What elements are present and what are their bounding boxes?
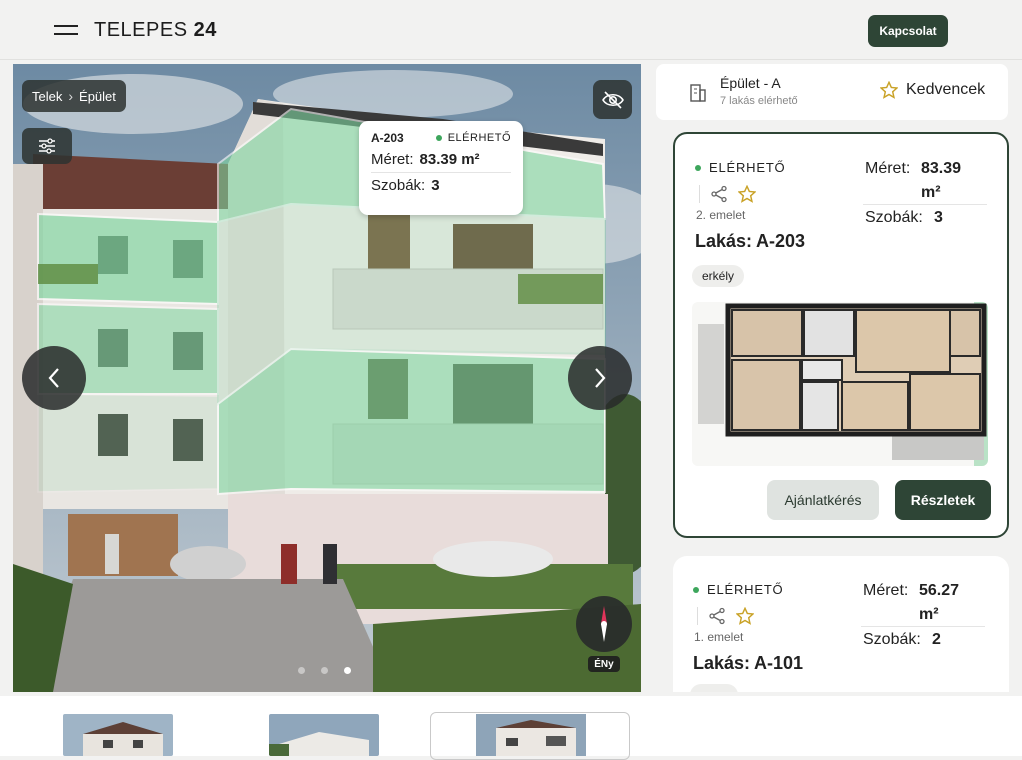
favorites-label: Kedvencek [906, 81, 986, 98]
share-icon[interactable] [708, 607, 726, 625]
status-dot-icon [435, 135, 442, 141]
breadcrumb-item-epulet[interactable]: Épület [79, 89, 116, 104]
status-dot-icon [695, 164, 701, 171]
logo[interactable]: TELEPES 24 [94, 19, 217, 42]
chevron-left-icon [48, 368, 59, 388]
star-icon[interactable] [736, 607, 754, 625]
filter-button[interactable] [22, 128, 72, 164]
unit-card[interactable]: ELÉRHETŐ 1. emelet Lakás: A-101 Méret: 56… [673, 556, 1009, 692]
tooltip-rooms: Szobák: 3 [371, 177, 511, 194]
thumbnail-1[interactable] [63, 714, 173, 756]
building-photo [13, 64, 641, 692]
eye-off-icon [601, 90, 624, 109]
star-icon[interactable] [738, 185, 756, 203]
unit-id: A-203 [756, 231, 806, 251]
building-header: Épület - A 7 lakás elérhető Kedvencek [656, 64, 1008, 120]
building-title: Épület - A [720, 75, 781, 91]
divider [697, 607, 698, 625]
feature-tag: erkély [692, 265, 745, 287]
unit-card-selected[interactable]: ELÉRHETŐ 2. emelet Lakás: A-203 Méret: 83… [673, 132, 1009, 538]
unit-label: Lakás: [695, 231, 753, 251]
size-unit: m² [919, 606, 939, 623]
unit-label: Lakás: [693, 653, 751, 673]
slide-dot-active[interactable] [344, 667, 351, 674]
contact-button[interactable]: Kapcsolat [868, 15, 948, 47]
divider [861, 626, 985, 627]
favorites-button[interactable]: Kedvencek [880, 81, 985, 99]
breadcrumb-item-telek[interactable]: Telek [32, 89, 62, 104]
slide-indicator [298, 667, 351, 674]
status-text: ELÉRHETŐ [709, 160, 786, 175]
card-actions [699, 185, 756, 203]
size-unit: m² [921, 184, 941, 201]
tooltip-rooms-value: 3 [431, 177, 440, 194]
size-value: 56.27 [919, 582, 960, 599]
unit-id: A-101 [754, 653, 804, 673]
breadcrumb: Telek › Épület [22, 80, 126, 112]
tooltip-status-text: ELÉRHETŐ [447, 132, 511, 144]
logo-text: TELEPES [94, 19, 188, 41]
rooms-label: Szobák: [863, 631, 921, 648]
rooms-value: 3 [934, 209, 943, 226]
slide-dot[interactable] [298, 667, 305, 674]
menu-icon[interactable] [50, 20, 82, 40]
details-button[interactable]: Részletek [895, 480, 991, 520]
tooltip-status: ELÉRHETŐ [435, 131, 511, 145]
unit-list-panel: Épület - A 7 lakás elérhető Kedvencek EL… [656, 64, 1022, 692]
unit-name: Lakás: A-101 [693, 653, 803, 674]
thumbnail-image [63, 714, 173, 756]
unit-floor: 1. emelet [694, 630, 744, 644]
slide-dot[interactable] [321, 667, 328, 674]
size-label: Méret: [863, 582, 909, 599]
building-available-count: 7 lakás elérhető [720, 95, 798, 107]
tooltip-rooms-label: Szobák: [371, 177, 426, 194]
unit-tooltip[interactable]: A-203 ELÉRHETŐ Méret: 83.39 m² Szobák: 3 [359, 121, 523, 215]
logo-number: 24 [193, 19, 217, 41]
thumbnail-2[interactable] [269, 714, 379, 756]
status-badge: ELÉRHETŐ [695, 160, 785, 175]
thumbnail-image [269, 714, 379, 756]
size-value: 83.39 [921, 160, 962, 177]
building-icon [690, 84, 706, 102]
sliders-icon [39, 138, 55, 154]
divider [371, 172, 511, 173]
status-dot-icon [693, 586, 699, 593]
floor-plan-image[interactable] [692, 302, 988, 466]
thumbnail-3-selected[interactable] [430, 712, 630, 760]
card-actions [697, 607, 754, 625]
compass-icon [601, 606, 607, 642]
rooms-label: Szobák: [865, 209, 923, 226]
feature-tag [690, 684, 738, 692]
compass-label: ÉNy [588, 656, 620, 672]
tooltip-size-label: Méret: [371, 151, 414, 168]
status-text: ELÉRHETŐ [707, 582, 784, 597]
thumbnail-strip [0, 696, 1022, 760]
share-icon[interactable] [710, 185, 728, 203]
size-label: Méret: [865, 160, 911, 177]
divider [699, 185, 700, 203]
unit-floor: 2. emelet [696, 208, 746, 222]
top-bar: TELEPES 24 Kapcsolat [0, 0, 1022, 60]
floor-plan-drawing [698, 302, 988, 466]
tooltip-size-value: 83.39 m² [419, 151, 480, 168]
next-image-button[interactable] [568, 346, 632, 410]
previous-image-button[interactable] [22, 346, 86, 410]
compass-button[interactable] [576, 596, 632, 652]
tooltip-size: Méret: 83.39 m² [371, 151, 511, 168]
rooms-value: 2 [932, 631, 941, 648]
tooltip-unit: A-203 [371, 131, 404, 145]
chevron-right-icon [595, 368, 606, 388]
hide-overlay-button[interactable] [593, 80, 632, 119]
thumbnail-image [476, 714, 586, 756]
status-badge: ELÉRHETŐ [693, 582, 783, 597]
unit-name: Lakás: A-203 [695, 231, 805, 252]
request-offer-button[interactable]: Ajánlatkérés [767, 480, 879, 520]
divider [863, 204, 987, 205]
chevron-right-icon: › [68, 88, 74, 104]
building-viewer[interactable]: Telek › Épület A-203 ELÉRHETŐ Méret: 83.… [13, 64, 641, 692]
star-icon [880, 81, 898, 99]
